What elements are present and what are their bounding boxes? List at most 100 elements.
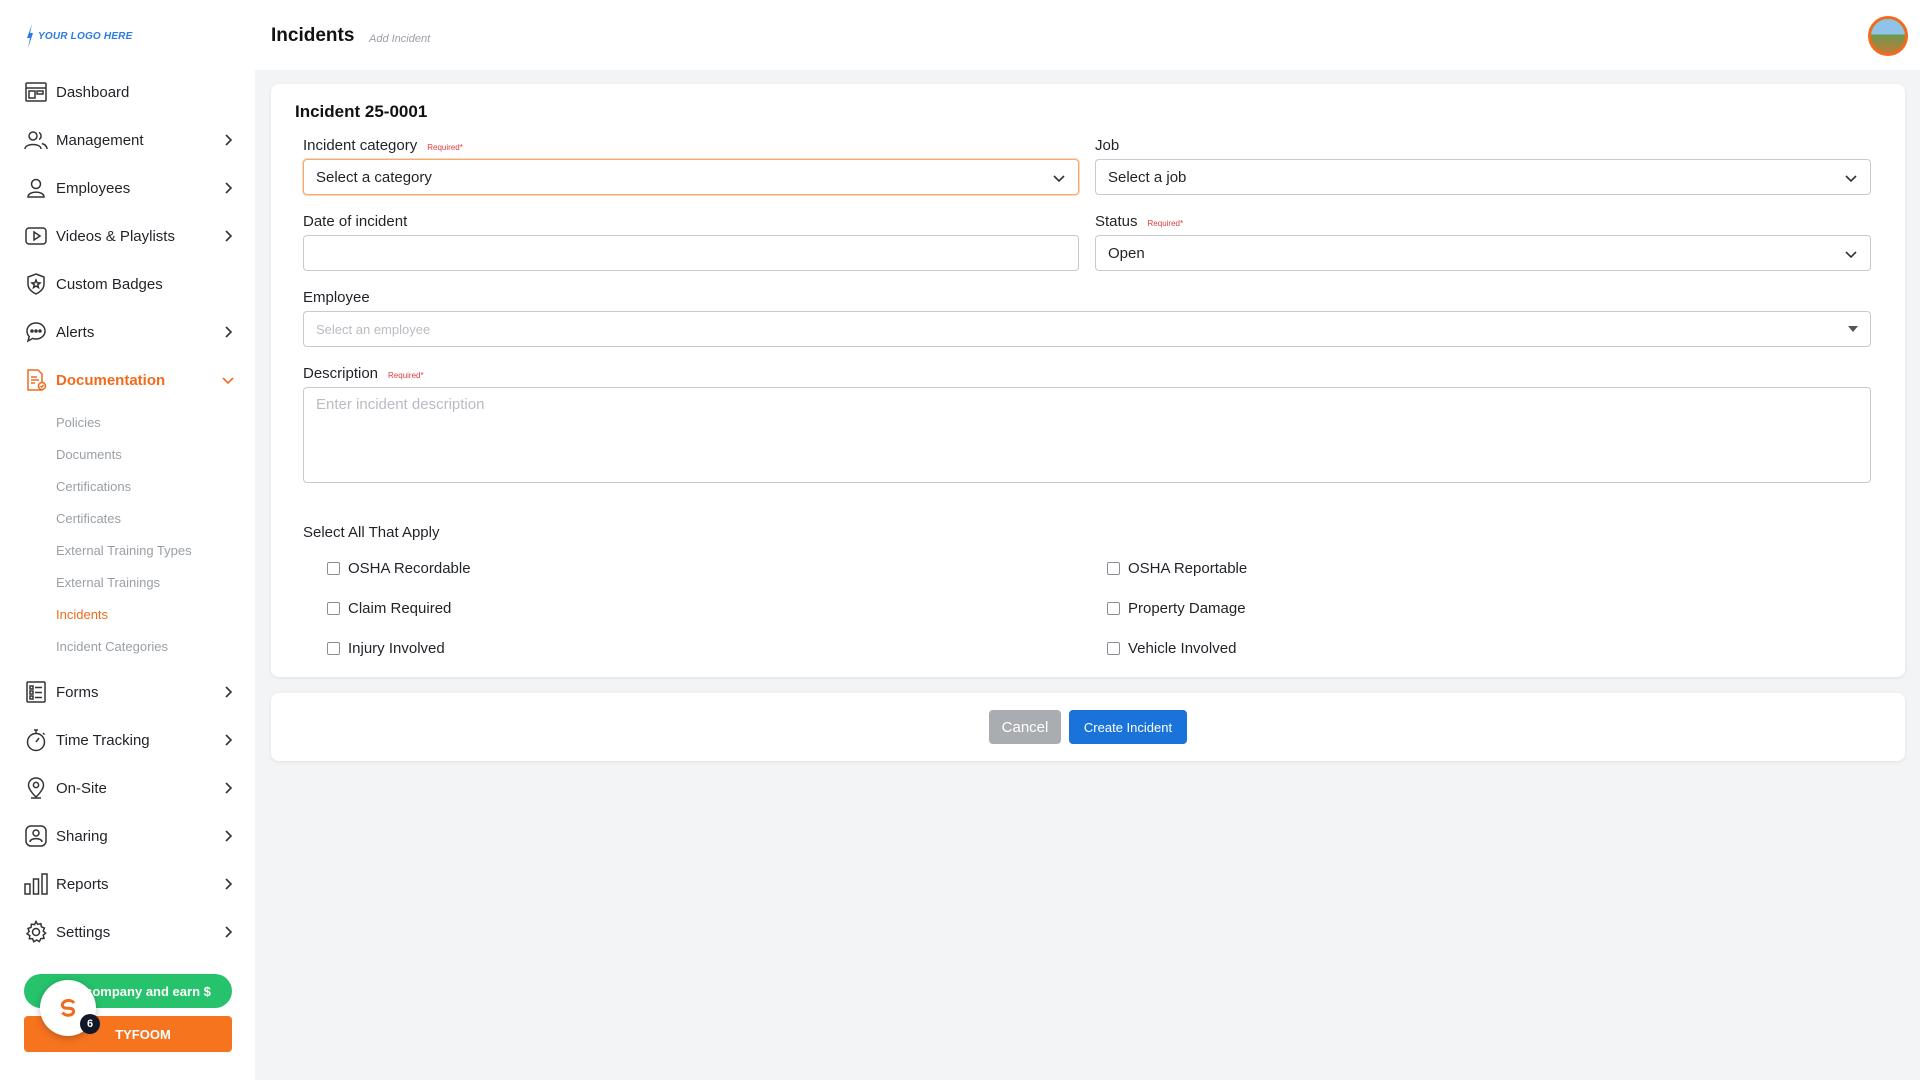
cancel-button[interactable]: Cancel — [989, 710, 1061, 744]
job-label-text: Job — [1095, 137, 1120, 154]
sidebar-item-reports[interactable]: Reports — [0, 860, 255, 908]
sidebar-item-employees[interactable]: Employees — [0, 164, 255, 212]
create-incident-button[interactable]: Create Incident — [1069, 710, 1187, 744]
sidebar-item-management[interactable]: Management — [0, 116, 255, 164]
sidebar-item-label: Forms — [56, 683, 99, 701]
checkbox-box[interactable] — [327, 562, 340, 575]
location-pin-icon — [24, 776, 48, 800]
sidebar-item-documentation[interactable]: Documentation — [0, 356, 255, 404]
bar-chart-icon — [24, 872, 48, 896]
checkbox-label: Injury Involved — [348, 640, 445, 657]
sidebar-item-time-tracking[interactable]: Time Tracking — [0, 716, 255, 764]
form-actions-card: Cancel Create Incident — [271, 693, 1905, 761]
status-select[interactable]: Open — [1095, 235, 1871, 271]
checkbox-label: Property Damage — [1128, 600, 1246, 617]
sidebar-item-label: On-Site — [56, 779, 107, 797]
user-icon — [24, 176, 48, 200]
list-icon — [24, 680, 48, 704]
subnav-item-incident-categories[interactable]: Incident Categories — [56, 630, 255, 662]
logo[interactable]: YOUR LOGO HERE — [26, 24, 132, 48]
subnav-item-certifications[interactable]: Certifications — [56, 470, 255, 502]
sidebar-item-videos-playlists[interactable]: Videos & Playlists — [0, 212, 255, 260]
subnav-item-incidents[interactable]: Incidents — [56, 598, 255, 630]
stopwatch-icon — [24, 728, 48, 752]
subnav-item-external-training-types[interactable]: External Training Types — [56, 534, 255, 566]
osha-recordable-checkbox[interactable]: OSHA Recordable — [327, 560, 471, 577]
claim-required-checkbox[interactable]: Claim Required — [327, 600, 451, 617]
document-icon — [24, 368, 48, 392]
checkbox-label: Claim Required — [348, 600, 452, 617]
chevron-down-icon — [222, 377, 234, 385]
sidebar-item-label: Dashboard — [56, 83, 130, 101]
refer-company-label: company and earn $ — [85, 983, 211, 999]
sidebar-item-dashboard[interactable]: Dashboard — [0, 68, 255, 116]
sidebar-item-sharing[interactable]: Sharing — [0, 812, 255, 860]
checkbox-box[interactable] — [327, 602, 340, 615]
employee-placeholder: Select an employee — [316, 321, 431, 337]
incident-form-card: Incident 25-0001 Incident category Requi… — [271, 84, 1905, 677]
osha-reportable-checkbox[interactable]: OSHA Reportable — [1107, 560, 1247, 577]
gear-icon — [24, 920, 48, 944]
sidebar-item-forms[interactable]: Forms — [0, 668, 255, 716]
play-icon — [24, 224, 48, 248]
status-label-text: Status — [1095, 213, 1138, 230]
chevron-right-icon — [225, 734, 233, 746]
checkbox-box[interactable] — [1107, 562, 1120, 575]
select-all-that-apply-label: Select All That Apply — [303, 524, 440, 541]
chevron-down-icon — [1053, 175, 1065, 183]
sidebar-item-label: Reports — [56, 875, 109, 893]
sidebar-item-label: Employees — [56, 179, 131, 197]
checkbox-box[interactable] — [327, 642, 340, 655]
employee-select[interactable]: Select an employee — [303, 311, 1871, 347]
sidebar-item-label: Settings — [56, 923, 111, 941]
sidebar-item-alerts[interactable]: Alerts — [0, 308, 255, 356]
description-textarea[interactable] — [303, 387, 1871, 483]
sidebar-item-label: Custom Badges — [56, 275, 163, 293]
chevron-right-icon — [225, 782, 233, 794]
chevron-right-icon — [225, 182, 233, 194]
sidebar-item-label: Alerts — [56, 323, 95, 341]
chevron-right-icon — [225, 134, 233, 146]
dashboard-icon — [24, 80, 48, 104]
checkbox-box[interactable] — [1107, 642, 1120, 655]
sidebar: YOUR LOGO HERE Dashboard Management Empl… — [0, 0, 255, 1080]
chevron-right-icon — [225, 230, 233, 242]
job-value: Select a job — [1108, 168, 1187, 186]
logo-bolt-icon — [27, 24, 33, 48]
checkbox-label: OSHA Reportable — [1128, 560, 1248, 577]
incident-category-value: Select a category — [316, 168, 432, 186]
sidebar-item-on-site[interactable]: On-Site — [0, 764, 255, 812]
injury-involved-checkbox[interactable]: Injury Involved — [327, 640, 445, 657]
avatar[interactable] — [1868, 16, 1908, 56]
subnav-item-certificates[interactable]: Certificates — [56, 502, 255, 534]
page-title: Incidents — [271, 25, 355, 46]
chevron-down-icon — [1845, 175, 1857, 183]
sidebar-item-custom-badges[interactable]: Custom Badges — [0, 260, 255, 308]
date-of-incident-label-text: Date of incident — [303, 213, 408, 230]
incident-category-label: Incident category Required* — [303, 137, 463, 154]
property-damage-checkbox[interactable]: Property Damage — [1107, 600, 1246, 617]
description-label-text: Description — [303, 365, 379, 382]
page-subtitle: Add Incident — [369, 33, 431, 45]
caret-down-icon — [1848, 326, 1858, 332]
job-select[interactable]: Select a job — [1095, 159, 1871, 195]
chevron-down-icon — [1845, 251, 1857, 259]
date-of-incident-input[interactable] — [303, 235, 1079, 271]
logo-text: YOUR LOGO HERE — [38, 30, 133, 42]
chevron-right-icon — [225, 926, 233, 938]
badge-icon — [24, 272, 48, 296]
sidebar-item-settings[interactable]: Settings — [0, 908, 255, 956]
sidebar-nav: Dashboard Management Employees Videos & … — [0, 68, 255, 956]
status-label: Status Required* — [1095, 213, 1183, 230]
subnav-item-external-trainings[interactable]: External Trainings — [56, 566, 255, 598]
employee-label-text: Employee — [303, 289, 370, 306]
chevron-right-icon — [225, 686, 233, 698]
incident-category-label-text: Incident category — [303, 137, 418, 154]
subnav-item-documents[interactable]: Documents — [56, 438, 255, 470]
checkbox-box[interactable] — [1107, 602, 1120, 615]
required-tag: Required* — [427, 143, 463, 152]
subnav-item-policies[interactable]: Policies — [56, 406, 255, 438]
incident-category-select[interactable]: Select a category — [303, 159, 1079, 195]
vehicle-involved-checkbox[interactable]: Vehicle Involved — [1107, 640, 1236, 657]
chevron-right-icon — [225, 326, 233, 338]
